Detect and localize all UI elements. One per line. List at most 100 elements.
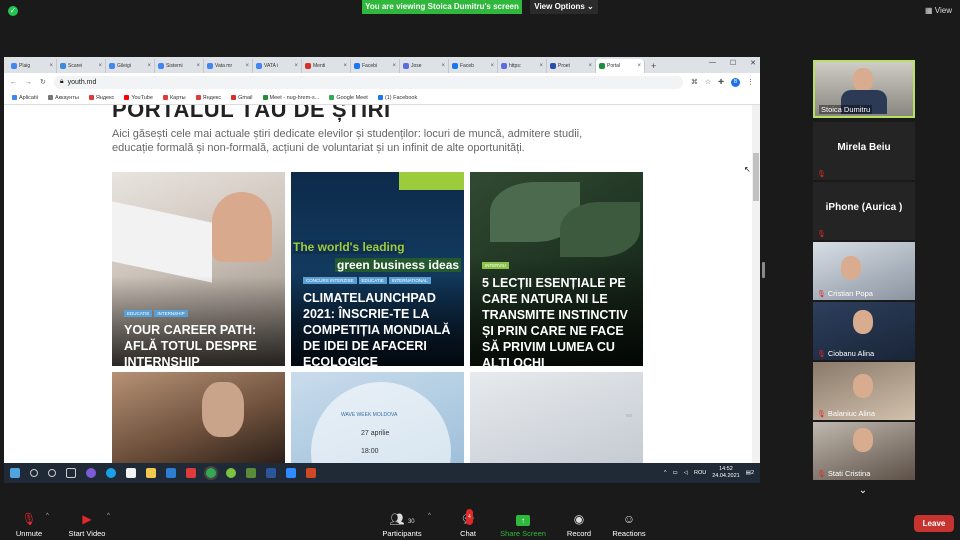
browser-tab[interactable]: https: × (498, 59, 547, 73)
resize-handle[interactable] (762, 262, 765, 278)
powerpoint-icon[interactable] (306, 468, 316, 478)
tab-close-icon[interactable]: × (147, 63, 151, 69)
participant-tile[interactable]: 🎙︎ Stati Cristina (813, 422, 915, 480)
cortana-icon[interactable] (48, 469, 56, 477)
participants-button[interactable]: 👥︎ 30 Participants (380, 511, 424, 538)
language-indicator[interactable]: ROU (694, 470, 706, 476)
bookmark-item[interactable]: YouTube (124, 95, 153, 101)
chrome-icon[interactable] (206, 468, 216, 478)
tab-close-icon[interactable]: × (196, 63, 200, 69)
news-card-man[interactable] (112, 372, 285, 463)
tab-close-icon[interactable]: × (98, 63, 102, 69)
browser-tab[interactable]: Faceb × (449, 59, 498, 73)
security-shield-icon[interactable]: ✓ (8, 6, 18, 16)
zoom-icon[interactable] (286, 468, 296, 478)
bookmark-item[interactable]: Aplicatii (12, 95, 38, 101)
star-icon[interactable]: ☆ (705, 78, 711, 86)
translate-icon[interactable]: ⌘ (691, 78, 698, 86)
tab-close-icon[interactable]: × (245, 63, 249, 69)
scroll-participants-down-icon[interactable]: ⌄ (852, 485, 874, 501)
notifications-icon[interactable]: ▤2 (746, 470, 754, 476)
participant-tile[interactable]: iPhone (Aurica ) 🎙︎ (813, 182, 915, 240)
record-button[interactable]: ◉ Record (564, 511, 594, 538)
tab-close-icon[interactable]: × (490, 63, 494, 69)
browser-tab[interactable]: Proet × (547, 59, 596, 73)
menu-icon[interactable]: ⋮ (747, 78, 754, 86)
news-card-office[interactable] (470, 372, 643, 463)
view-options-button[interactable]: View Options ⌄ (530, 0, 598, 14)
chat-button[interactable]: 💬︎4 Chat (454, 509, 482, 538)
leave-button[interactable]: Leave (914, 515, 954, 532)
windows-start-icon[interactable] (10, 468, 20, 478)
audio-options-caret-icon[interactable]: ^ (46, 513, 49, 519)
profile-avatar[interactable]: B (731, 77, 740, 87)
tab-close-icon[interactable]: × (49, 63, 53, 69)
video-options-caret-icon[interactable]: ^ (107, 513, 110, 519)
tag[interactable]: Concurs Interzise (303, 277, 357, 284)
task-view-icon[interactable] (66, 468, 76, 478)
tag[interactable]: Interviu (482, 262, 509, 269)
news-card-wave-week[interactable]: WAVE WEEK MOLDOVA 27 aprilie 18:00 (291, 372, 464, 463)
card-title[interactable]: Your career path: află totul despre inte… (124, 322, 274, 366)
card-title[interactable]: 5 lecții esențiale pe care natura ni le … (482, 275, 632, 366)
close-window-icon[interactable]: ✕ (750, 59, 756, 67)
yandex-icon[interactable] (186, 468, 196, 478)
participants-caret-icon[interactable]: ^ (428, 513, 431, 519)
forward-icon[interactable]: → (25, 79, 32, 86)
view-button[interactable]: ▦ View (925, 6, 952, 15)
browser-tab[interactable]: Sisterni × (155, 59, 204, 73)
url-field[interactable]: 🔒︎ youth.md (53, 75, 683, 89)
reactions-button[interactable]: ☺ Reactions (610, 511, 648, 538)
bookmark-item[interactable]: Яндекс (88, 95, 114, 101)
card-title[interactable]: ClimateLaunchpad 2021: înscrie-te la com… (303, 290, 453, 366)
app-icon[interactable] (86, 468, 96, 478)
participant-tile[interactable]: Mirela Beiu 🎙︎ (813, 122, 915, 180)
participant-tile[interactable]: 🎙︎ Cristian Popa (813, 242, 915, 300)
volume-icon[interactable]: ◁ (684, 470, 688, 476)
participant-tile[interactable]: Stoica Dumitru (813, 60, 915, 118)
clock[interactable]: 14:52 24.04.2021 (712, 466, 740, 480)
news-card-internship[interactable]: Educatie Internship Your career path: af… (112, 172, 285, 366)
unmute-button[interactable]: 🎙︎ Unmute (12, 511, 46, 538)
browser-tab[interactable]: Facebi × (351, 59, 400, 73)
bookmark-item[interactable]: Яндекс (195, 95, 221, 101)
tag[interactable]: International (388, 277, 431, 284)
reload-icon[interactable]: ↻ (40, 78, 46, 86)
share-screen-button[interactable]: ↑ Share Screen (500, 511, 546, 538)
browser-tab[interactable]: Scarei × (57, 59, 106, 73)
participant-tile[interactable]: 🎙︎ Ciobanu Alina (813, 302, 915, 360)
bookmark-item[interactable]: Аккаунты (47, 95, 79, 101)
browser-tab[interactable]: VATA i × (253, 59, 302, 73)
extensions-icon[interactable]: ✚ (718, 78, 724, 86)
scroll-thumb[interactable] (753, 153, 759, 201)
app-icon[interactable] (246, 468, 256, 478)
store-icon[interactable] (126, 468, 136, 478)
bookmark-item[interactable]: (1) Facebook (377, 95, 417, 101)
tag[interactable]: Internship (154, 310, 188, 317)
page-scrollbar[interactable] (752, 105, 760, 463)
back-icon[interactable]: ← (10, 79, 17, 86)
browser-tab[interactable]: Jose × (400, 59, 449, 73)
folder-icon[interactable] (146, 468, 156, 478)
start-video-button[interactable]: ▶︎ Start Video (66, 511, 108, 538)
edge-icon[interactable] (106, 468, 116, 478)
tab-close-icon[interactable]: × (343, 63, 347, 69)
network-icon[interactable]: ▭ (673, 470, 678, 476)
tab-close-icon[interactable]: × (637, 63, 641, 69)
new-tab-icon[interactable]: + (645, 59, 662, 73)
bookmark-item[interactable]: Карты (162, 95, 186, 101)
browser-tab[interactable]: Menti × (302, 59, 351, 73)
tag[interactable]: Educatie (124, 310, 153, 317)
viber-icon[interactable] (226, 468, 236, 478)
bookmark-item[interactable]: Google Meet (329, 95, 368, 101)
word-icon[interactable] (266, 468, 276, 478)
tab-close-icon[interactable]: × (588, 63, 592, 69)
search-icon[interactable] (30, 469, 38, 477)
tab-close-icon[interactable]: × (441, 63, 445, 69)
tab-close-icon[interactable]: × (294, 63, 298, 69)
maximize-icon[interactable]: ☐ (730, 59, 736, 67)
bookmark-item[interactable]: Gmail (231, 95, 253, 101)
browser-tab[interactable]: Gileigi × (106, 59, 155, 73)
browser-tab[interactable]: Portal × (596, 59, 645, 73)
bookmark-item[interactable]: Meet - nug-hrem-s... (262, 95, 319, 101)
